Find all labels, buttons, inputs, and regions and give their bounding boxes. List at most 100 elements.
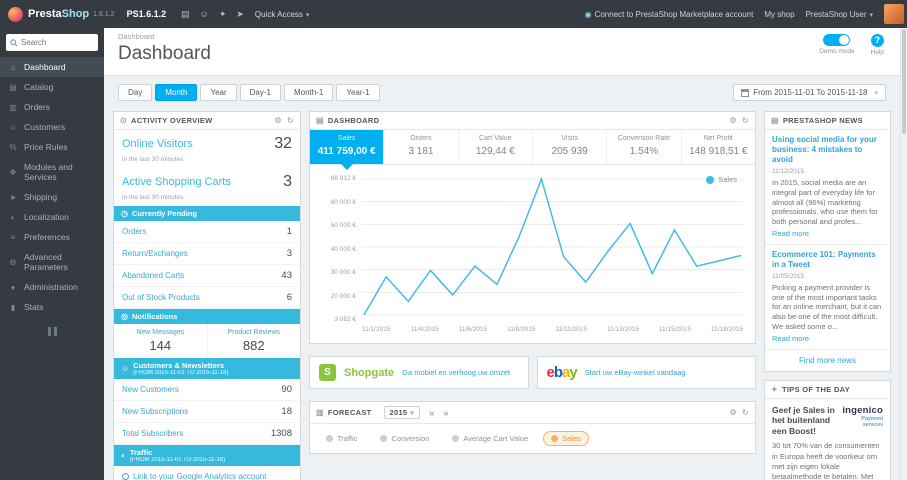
date-range-picker[interactable]: From 2015-11-01 To 2015-11-18 <box>733 84 886 101</box>
kpi-strip: Sales 411 759,00 € Orders 3 181 Cart Value… <box>310 130 755 170</box>
refresh-icon[interactable]: ↻ <box>742 408 749 417</box>
sidebar-item-stats[interactable]: ▮ Stats <box>0 297 104 317</box>
news-article-title[interactable]: Ecommerce 101: Payments in a Tweet <box>772 250 883 270</box>
rocket-icon[interactable]: ➤ <box>236 9 244 20</box>
find-more-news-link[interactable]: Find more news <box>765 350 890 371</box>
search-input[interactable] <box>21 38 94 47</box>
kpi-conversion-rate[interactable]: Conversion Rate 1.54% <box>607 130 682 164</box>
star-icon[interactable]: ✦ <box>219 9 227 20</box>
sidebar-item-dashboard[interactable]: ⌂ Dashboard <box>0 57 104 77</box>
refresh-icon[interactable]: ↻ <box>742 116 749 125</box>
user-icon[interactable]: ☺ <box>200 9 209 19</box>
tips-headline: Geef je Sales in het buitenland een Boos… <box>772 404 835 436</box>
sidebar-item-shipping[interactable]: ➤ Shipping <box>0 187 104 207</box>
marketplace-connect-link[interactable]: ◉ Connect to PrestaShop Marketplace accou… <box>585 10 754 19</box>
read-more-link[interactable]: Read more <box>772 229 883 238</box>
prev-year-button[interactable]: « <box>429 408 434 418</box>
shopgate-link[interactable]: Ga mobiel en verhoog uw omzet <box>402 368 510 377</box>
sidebar-item-orders[interactable]: ▥ Orders <box>0 97 104 117</box>
new-messages-stat[interactable]: New Messages 144 <box>114 324 208 358</box>
sidebar-search[interactable] <box>6 34 98 51</box>
day-1-button[interactable]: Day-1 <box>239 84 281 101</box>
collapse-sidebar-button[interactable] <box>42 327 62 336</box>
forecast-toggle-conversion[interactable]: Conversion <box>372 431 437 446</box>
sidebar-item-label: Administration <box>24 282 78 292</box>
cart-icon[interactable]: ▤ <box>181 9 190 20</box>
breadcrumb[interactable]: Dashboard <box>118 32 886 41</box>
scrollbar-thumb[interactable] <box>902 29 906 134</box>
online-visitors-label[interactable]: Online Visitors <box>122 138 193 150</box>
kpi-sales[interactable]: Sales 411 759,00 € <box>310 130 385 170</box>
gear-icon[interactable]: ⚙ <box>730 408 737 417</box>
sidebar-item-advanced-parameters[interactable]: ⚙ Advanced Parameters <box>0 247 104 277</box>
search-icon <box>10 38 18 47</box>
news-article: Ecommerce 101: Payments in a Tweet 11/05… <box>765 245 890 350</box>
day-button[interactable]: Day <box>118 84 153 101</box>
my-shop-link[interactable]: My shop <box>764 10 794 19</box>
sidebar-item-customers[interactable]: ☺ Customers <box>0 117 104 137</box>
chart-x-labels: 11/1/2015 11/4/2015 11/6/2015 11/8/2015 11/1… <box>362 326 743 333</box>
sidebar-item-catalog[interactable]: ▤ Catalog <box>0 77 104 97</box>
toggle-switch[interactable] <box>823 34 851 46</box>
next-year-button[interactable]: » <box>444 408 449 418</box>
sidebar-item-label: Stats <box>24 302 44 312</box>
user-avatar[interactable] <box>884 4 904 24</box>
kpi-orders[interactable]: Orders 3 181 <box>384 130 459 164</box>
ebay-link[interactable]: Start uw eBay-winkel vandaag <box>585 368 686 377</box>
page-scrollbar[interactable] <box>900 28 907 480</box>
month-button[interactable]: Month <box>155 84 198 101</box>
read-more-link[interactable]: Read more <box>772 334 883 343</box>
ebay-promo[interactable]: ebay Start uw eBay-winkel vandaag <box>536 356 756 389</box>
ebay-logo: ebay <box>546 364 578 381</box>
kpi-visits[interactable]: Visits 205 939 <box>533 130 608 164</box>
calendar-icon <box>741 88 750 97</box>
conversion-dot-icon <box>380 435 388 442</box>
year-1-button[interactable]: Year-1 <box>336 84 380 101</box>
quick-access-menu[interactable]: Quick Access <box>255 10 310 19</box>
new-subscriptions-row[interactable]: New Subscriptions 18 <box>114 401 300 423</box>
user-menu[interactable]: PrestaShop User <box>806 10 873 19</box>
forecast-toggle-sales[interactable]: Sales <box>543 431 589 446</box>
gear-icon[interactable]: ⚙ <box>275 116 282 125</box>
sidebar-item-price-rules[interactable]: % Price Rules <box>0 137 104 157</box>
sidebar-item-preferences[interactable]: ≡ Preferences <box>0 227 104 247</box>
forecast-icon: ▥ <box>316 408 324 417</box>
sidebar-item-modules[interactable]: ❖ Modules and Services <box>0 157 104 187</box>
month-1-button[interactable]: Month-1 <box>283 84 334 101</box>
abandoned-carts-row[interactable]: Abandoned Carts 43 <box>114 265 300 287</box>
pending-orders-row[interactable]: Orders 1 <box>114 221 300 243</box>
forecast-toggle-avg-cart-value[interactable]: Average Cart Value <box>444 431 536 446</box>
out-of-stock-row[interactable]: Out of Stock Products 6 <box>114 287 300 309</box>
sidebar-item-localization[interactable]: ◐ Localization <box>0 207 104 227</box>
forecast-toggle-traffic[interactable]: Traffic <box>318 431 365 446</box>
gear-icon[interactable]: ⚙ <box>730 116 737 125</box>
year-button[interactable]: Year <box>200 84 237 101</box>
main-content: Dashboard Dashboard Demo mode ? Help Day… <box>104 28 900 480</box>
shopgate-promo[interactable]: S Shopgate Ga mobiel en verhoog uw omzet <box>309 356 529 389</box>
news-icon: ▤ <box>771 116 779 125</box>
sidebar-item-administration[interactable]: ♦ Administration <box>0 277 104 297</box>
globe-icon: ◐ <box>121 451 126 460</box>
news-article-title[interactable]: Using social media for your business: 4 … <box>772 135 883 165</box>
refresh-icon[interactable]: ↻ <box>287 116 294 125</box>
stats-icon: ▮ <box>10 302 16 312</box>
active-carts-label[interactable]: Active Shopping Carts <box>122 176 231 188</box>
news-article-date: 11/05/2015 <box>772 272 805 280</box>
kpi-cart-value[interactable]: Cart Value 129,44 € <box>459 130 533 164</box>
shop-name[interactable]: PS1.6.1.2 <box>127 9 167 19</box>
new-customers-row[interactable]: New Customers 90 <box>114 379 300 401</box>
google-analytics-link[interactable]: Link to your Google Analytics account <box>114 466 300 480</box>
forecast-year-select[interactable]: 2015 <box>383 406 421 419</box>
help-button[interactable]: ? Help <box>871 34 884 56</box>
product-reviews-stat[interactable]: Product Reviews 882 <box>208 324 301 358</box>
notifications-header: ◎ Notifications <box>114 309 300 324</box>
news-panel-title: PRESTASHOP NEWS <box>782 116 863 125</box>
demo-mode-toggle[interactable]: Demo mode <box>819 34 855 55</box>
sidebar: ⌂ Dashboard ▤ Catalog ▥ Orders ☺ Customers %… <box>0 28 104 480</box>
total-subscribers-row[interactable]: Total Subscribers 1308 <box>114 423 300 445</box>
brand: PrestaShop <box>28 8 90 20</box>
pending-returns-row[interactable]: Return/Exchanges 3 <box>114 243 300 265</box>
catalog-icon: ▤ <box>9 82 17 92</box>
kpi-net-profit[interactable]: Net Profit 148 918,51 € <box>682 130 755 164</box>
people-icon: ☺ <box>121 364 130 373</box>
